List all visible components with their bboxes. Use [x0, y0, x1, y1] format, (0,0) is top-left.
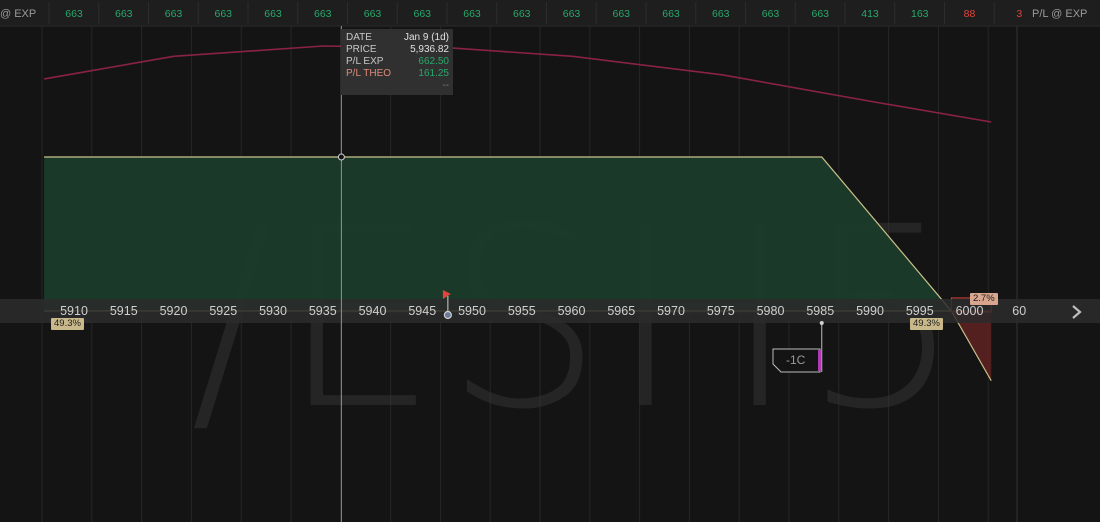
price-axis-tick-label: 5960: [558, 304, 586, 318]
header-pl-value: 663: [214, 8, 232, 20]
tooltip-date-row: DATE Jan 9 (1d): [346, 32, 449, 44]
price-axis-tick-label: 5975: [707, 304, 735, 318]
header-pl-value: 663: [563, 8, 581, 20]
tooltip-pl-exp-row: P/L EXP 662.50: [346, 56, 449, 68]
left-probability-badge: 49.3%: [51, 318, 84, 330]
tooltip-date-label: DATE: [346, 32, 372, 43]
header-pl-value: 3: [1016, 8, 1022, 20]
header-pl-value: 663: [364, 8, 382, 20]
price-axis-tick-label: 6000: [956, 304, 984, 318]
strike-connector-dot: [819, 321, 824, 325]
header-pl-value: 663: [314, 8, 332, 20]
header-pl-value: 163: [911, 8, 929, 20]
tooltip-price-label: PRICE: [346, 44, 377, 55]
risk-profile-chart: 663 663 663 663 663 663 663 663 663 663 663 663 663 6…: [0, 0, 1100, 522]
price-axis-tick-label: 5925: [209, 304, 237, 318]
header-pl-value: 663: [811, 8, 829, 20]
tooltip-extra-row: --: [346, 80, 449, 92]
tooltip-pl-exp-value: 662.50: [418, 56, 449, 67]
header-pl-value: 663: [264, 8, 282, 20]
crosshair-tooltip: DATE Jan 9 (1d) PRICE 5,936.82 P/L EXP 6…: [341, 29, 453, 95]
price-axis-tick-label: 5955: [508, 304, 536, 318]
price-axis-tick-label: 5910: [60, 304, 88, 318]
tooltip-price-row: PRICE 5,936.82: [346, 44, 449, 56]
header-pl-value: 663: [712, 8, 730, 20]
header-pl-value: 663: [612, 8, 630, 20]
chart-canvas: 663 663 663 663 663 663 663 663 663 663 663 663 663 6…: [0, 0, 1100, 522]
position-label-text: -1C: [786, 353, 806, 367]
tooltip-extra-value: --: [442, 80, 449, 91]
price-axis-tick-label: 5945: [408, 304, 436, 318]
price-axis-tick-label: 5950: [458, 304, 486, 318]
price-axis-tick-label: 5980: [757, 304, 785, 318]
header-pl-value: 88: [964, 8, 976, 20]
right-probability-badge: 49.3%: [910, 318, 943, 330]
price-axis-tick-label: 5935: [309, 304, 337, 318]
crosshair-point: [337, 153, 345, 161]
pl-theo-line: [43, 45, 992, 123]
tooltip-pl-theo-value: 161.25: [418, 68, 449, 79]
header-pl-value: 663: [413, 8, 431, 20]
pl-exp-left-label: @ EXP: [0, 8, 37, 20]
header-pl-value: 663: [662, 8, 680, 20]
price-axis-tick-label: 5995: [906, 304, 934, 318]
header-pl-value: 663: [513, 8, 531, 20]
header-pl-value: 663: [165, 8, 183, 20]
price-axis-tick-label: 5915: [110, 304, 138, 318]
tooltip-pl-exp-label: P/L EXP: [346, 56, 384, 67]
tooltip-date-value: Jan 9 (1d): [403, 32, 449, 43]
price-axis-tick-label: 5920: [160, 304, 188, 318]
header-pl-value: 413: [861, 8, 879, 20]
profit-area: [44, 157, 952, 311]
short-call-position-label[interactable]: -1C: [772, 348, 821, 373]
tooltip-price-value: 5,936.82: [410, 44, 449, 55]
header-pl-value: 663: [65, 8, 83, 20]
tail-probability-badge: 2.7%: [970, 293, 998, 305]
tooltip-pl-theo-label: P/L THEO: [346, 68, 392, 79]
price-axis-tick-label: 5990: [856, 304, 884, 318]
scroll-right-arrow-icon[interactable]: [1068, 303, 1086, 321]
header-pl-value: 663: [115, 8, 133, 20]
price-axis-tick-label: 5965: [607, 304, 635, 318]
pl-exp-right-label: P/L @ EXP: [1032, 8, 1088, 20]
price-axis-tick-label: 5940: [359, 304, 387, 318]
underlying-price-dot: [443, 310, 452, 320]
header-pl-value: 663: [762, 8, 780, 20]
price-axis-tick-label: 5970: [657, 304, 685, 318]
header-pl-value: 663: [463, 8, 481, 20]
price-axis-tick-label: 5930: [259, 304, 287, 318]
price-axis-tick-label: 60: [1012, 304, 1026, 318]
price-axis-tick-label: 5985: [806, 304, 834, 318]
tooltip-pl-theo-row: P/L THEO 161.25: [346, 68, 449, 80]
